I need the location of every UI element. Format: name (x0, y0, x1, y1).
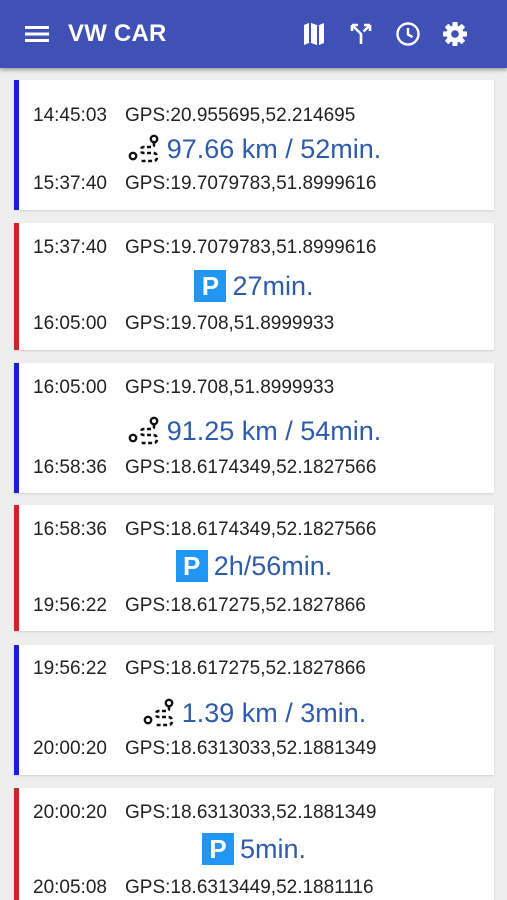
end-row: 20:05:08 GPS:18.6313449,52.1881116 (33, 876, 484, 900)
trip-card[interactable]: 16:05:00 GPS:19.708,51.8999933 91.25 km … (14, 363, 494, 493)
menu-icon[interactable] (23, 20, 51, 48)
start-row: 19:56:22 GPS:18.617275,52.1827866 (33, 657, 484, 681)
parking-card[interactable]: 16:58:36 GPS:18.6174349,52.1827566 P 2h/… (14, 505, 494, 631)
app-bar: VW CAR (0, 0, 507, 68)
summary-row: P 2h/56min. (14, 548, 494, 584)
route-fork-icon[interactable] (347, 20, 375, 48)
parking-card[interactable]: 20:00:20 GPS:18.6313033,52.1881349 P 5mi… (14, 788, 494, 900)
end-gps: GPS:18.6313449,52.1881116 (125, 877, 374, 898)
start-row: 14:45:03 GPS:20.955695,52.214695 (33, 104, 484, 128)
parking-icon: P (194, 270, 227, 302)
end-row: 20:00:20 GPS:18.6313033,52.1881349 (33, 737, 484, 761)
trip-card[interactable]: 19:56:22 GPS:18.617275,52.1827866 1.39 k… (14, 645, 494, 775)
start-gps: GPS:18.6313033,52.1881349 (125, 802, 377, 823)
end-gps: GPS:18.6313033,52.1881349 (125, 738, 377, 759)
end-gps: GPS:18.617275,52.1827866 (125, 595, 366, 616)
start-time: 19:56:22 (33, 658, 107, 679)
start-gps: GPS:18.617275,52.1827866 (125, 658, 366, 679)
end-gps: GPS:19.708,51.8999933 (125, 313, 335, 334)
trip-list[interactable]: 14:45:03 GPS:20.955695,52.214695 97.66 k… (0, 68, 507, 900)
summary-row: 97.66 km / 52min. (14, 131, 494, 167)
start-time: 14:45:03 (33, 105, 107, 126)
start-gps: GPS:19.7079783,51.8999616 (125, 237, 377, 258)
clock-icon[interactable] (394, 20, 422, 48)
toolbar-actions (281, 0, 469, 68)
parking-duration: 5min. (239, 833, 307, 864)
start-row: 16:58:36 GPS:18.6174349,52.1827566 (33, 518, 484, 542)
end-gps: GPS:18.6174349,52.1827566 (125, 457, 377, 478)
route-icon (127, 134, 161, 164)
end-row: 15:37:40 GPS:19.7079783,51.8999616 (33, 172, 484, 196)
parking-icon: P (201, 833, 234, 865)
start-gps: GPS:19.708,51.8999933 (125, 377, 335, 398)
end-gps: GPS:19.7079783,51.8999616 (125, 173, 377, 194)
summary-row: P 5min. (14, 831, 494, 867)
settings-gear-icon[interactable] (441, 20, 469, 48)
start-time: 20:00:20 (33, 802, 107, 823)
start-time: 15:37:40 (33, 237, 107, 258)
parking-duration: 2h/56min. (213, 550, 333, 581)
end-time: 16:05:00 (33, 313, 107, 334)
end-time: 20:05:08 (33, 877, 107, 898)
start-row: 16:05:00 GPS:19.708,51.8999933 (33, 376, 484, 400)
parking-icon: P (175, 550, 208, 582)
end-time: 16:58:36 (33, 457, 107, 478)
end-time: 20:00:20 (33, 738, 107, 759)
end-row: 16:05:00 GPS:19.708,51.8999933 (33, 312, 484, 336)
distance-duration: 1.39 km / 3min. (181, 697, 367, 728)
parking-card[interactable]: 15:37:40 GPS:19.7079783,51.8999616 P 27m… (14, 223, 494, 350)
distance-duration: 91.25 km / 54min. (166, 415, 382, 446)
end-row: 19:56:22 GPS:18.617275,52.1827866 (33, 594, 484, 618)
parking-duration: 27min. (232, 270, 314, 301)
route-icon (127, 416, 161, 446)
end-row: 16:58:36 GPS:18.6174349,52.1827566 (33, 456, 484, 480)
end-time: 15:37:40 (33, 173, 107, 194)
end-time: 19:56:22 (33, 595, 107, 616)
summary-row: 91.25 km / 54min. (14, 413, 494, 449)
summary-row: P 27min. (14, 268, 494, 304)
route-icon (142, 698, 176, 728)
start-time: 16:58:36 (33, 519, 107, 540)
start-time: 16:05:00 (33, 377, 107, 398)
summary-row: 1.39 km / 3min. (14, 695, 494, 731)
app-title: VW CAR (68, 20, 167, 47)
trip-card[interactable]: 14:45:03 GPS:20.955695,52.214695 97.66 k… (14, 80, 494, 210)
start-gps: GPS:20.955695,52.214695 (125, 105, 356, 126)
map-icon[interactable] (300, 20, 328, 48)
start-gps: GPS:18.6174349,52.1827566 (125, 519, 377, 540)
start-row: 20:00:20 GPS:18.6313033,52.1881349 (33, 801, 484, 825)
start-row: 15:37:40 GPS:19.7079783,51.8999616 (33, 236, 484, 260)
distance-duration: 97.66 km / 52min. (166, 133, 382, 164)
